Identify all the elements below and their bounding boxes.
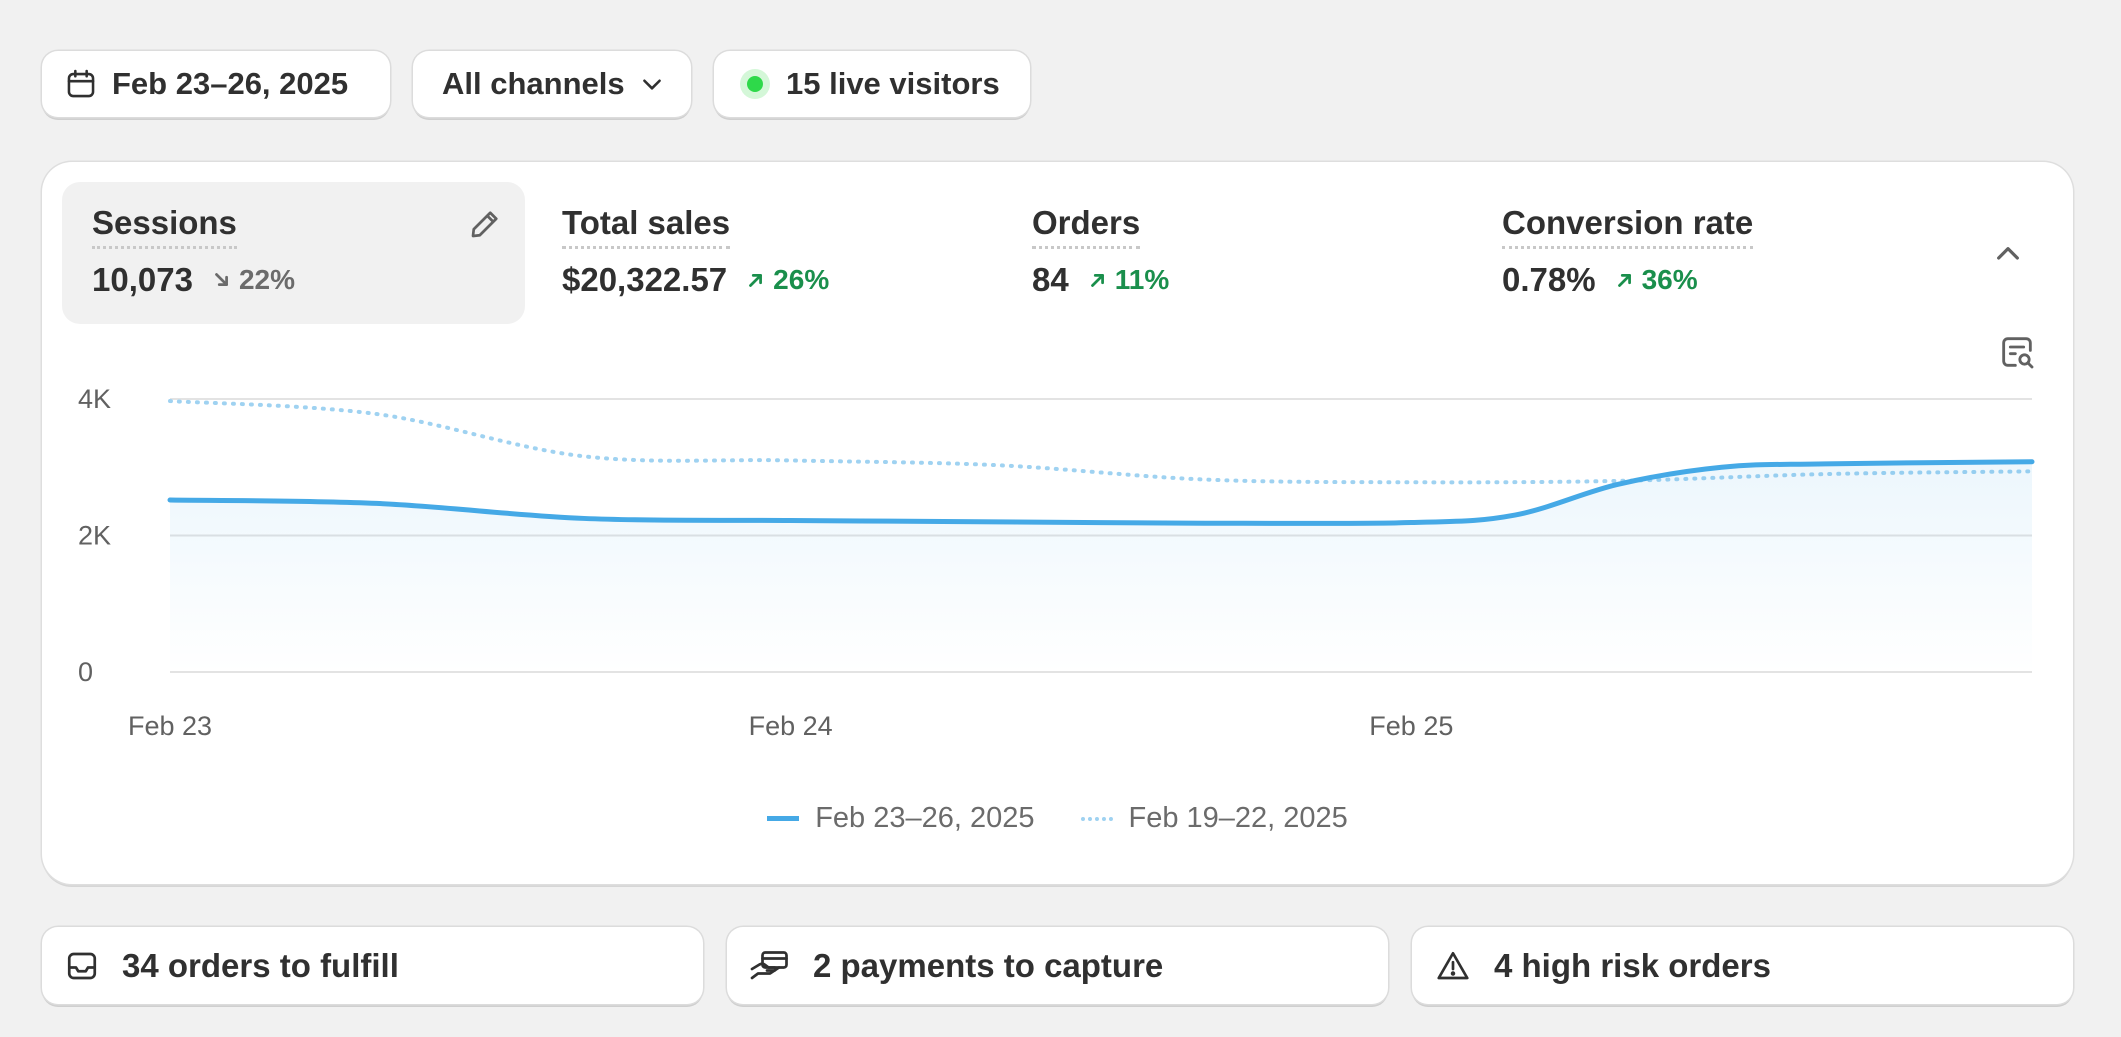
analytics-card: Sessions 10,073 22% Total sales $20,322.…	[42, 162, 2073, 884]
task-label: 34 orders to fulfill	[122, 946, 399, 984]
x-tick-label: Feb 25	[1369, 711, 1453, 741]
legend-swatch-dotted	[1080, 816, 1113, 821]
task-label: 4 high risk orders	[1494, 946, 1771, 984]
channel-label: All channels	[442, 66, 625, 101]
series-area-current	[170, 461, 2032, 672]
legend-item-current[interactable]: Feb 23–26, 2025	[767, 802, 1035, 835]
x-tick-label: Feb 23	[128, 711, 212, 741]
legend-label: Feb 19–22, 2025	[1128, 802, 1348, 834]
payments-to-capture-button[interactable]: 2 payments to capture	[727, 927, 1388, 1004]
channel-selector[interactable]: All channels	[413, 51, 691, 117]
live-indicator-icon	[740, 69, 770, 99]
warning-triangle-icon	[1437, 951, 1469, 979]
chart-legend: Feb 23–26, 2025 Feb 19–22, 2025	[42, 802, 2073, 835]
payment-hand-icon	[750, 950, 788, 979]
x-tick-label: Feb 24	[749, 711, 833, 741]
calendar-icon	[67, 69, 95, 98]
chevron-down-icon	[642, 79, 661, 90]
legend-label: Feb 23–26, 2025	[815, 802, 1035, 834]
date-range-label: Feb 23–26, 2025	[112, 66, 349, 101]
y-tick-label: 4K	[78, 384, 111, 414]
live-visitors-button[interactable]: 15 live visitors	[714, 51, 1030, 117]
y-tick-label: 0	[78, 657, 93, 687]
high-risk-orders-button[interactable]: 4 high risk orders	[1412, 927, 2073, 1004]
date-range-picker[interactable]: Feb 23–26, 2025	[42, 51, 390, 117]
y-tick-label: 2K	[78, 521, 111, 551]
inbox-icon	[67, 952, 97, 979]
orders-to-fulfill-button[interactable]: 34 orders to fulfill	[42, 927, 703, 1004]
task-label: 2 payments to capture	[813, 946, 1164, 984]
sessions-line-chart: 4K 2K 0 Feb 23 Feb 24 Feb 25	[78, 384, 2035, 741]
legend-swatch-solid	[767, 816, 800, 821]
live-visitors-label: 15 live visitors	[786, 66, 1000, 101]
legend-item-previous[interactable]: Feb 19–22, 2025	[1080, 802, 1348, 835]
